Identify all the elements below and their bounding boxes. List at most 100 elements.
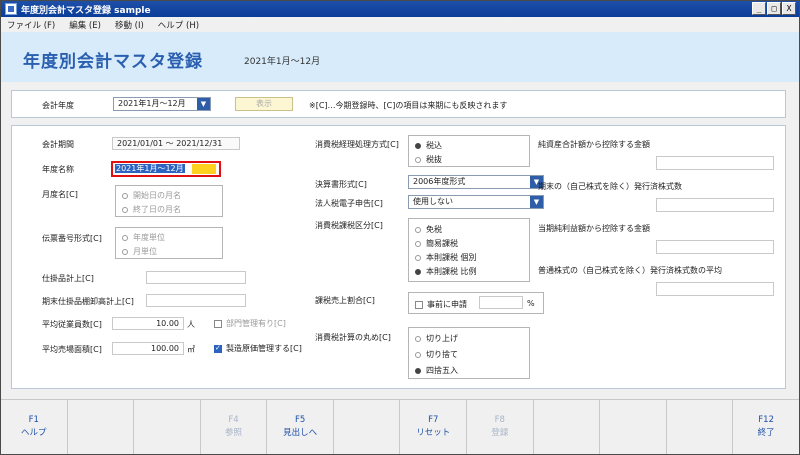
fkey-empty bbox=[600, 400, 667, 454]
net-assets-input[interactable] bbox=[656, 156, 774, 170]
fiscal-year-select[interactable]: 2021年1月～12月 ▼ bbox=[113, 97, 211, 111]
radio-start-month[interactable]: 開始日の月名 bbox=[122, 190, 181, 201]
etax-select[interactable]: 使用しない ▼ bbox=[408, 195, 544, 209]
purchase-label: 仕掛品計上[C] bbox=[42, 274, 94, 283]
app-icon bbox=[5, 3, 17, 15]
fkey-empty bbox=[534, 400, 601, 454]
statement-label: 決算書形式[C] bbox=[315, 180, 367, 189]
f1-help-button[interactable]: F1 ヘルプ bbox=[1, 400, 68, 454]
period-label: 会計期間 bbox=[42, 140, 74, 149]
taxable-ratio-input[interactable] bbox=[479, 296, 523, 309]
tax-category-label: 消費税課税区分[C] bbox=[315, 221, 383, 230]
title-bar: 年度別会計マスタ登録 sample _ □ X bbox=[1, 1, 799, 17]
avg-shares-label: 普通株式の（自己株式を除く）発行済株式数の平均 bbox=[538, 266, 722, 275]
area-label: 平均売場面積[C] bbox=[42, 345, 102, 354]
percent-unit: % bbox=[527, 299, 535, 308]
slip-format-label: 伝票番号形式[C] bbox=[42, 234, 102, 243]
employees-input[interactable]: 10.00 bbox=[112, 317, 184, 330]
purchase-input[interactable] bbox=[146, 271, 246, 284]
f12-exit-button[interactable]: F12 終了 bbox=[733, 400, 799, 454]
radio-dot bbox=[415, 367, 421, 374]
menu-edit[interactable]: 編集 (E) bbox=[69, 19, 101, 31]
month-name-label: 月度名[C] bbox=[42, 190, 78, 199]
f7-reset-button[interactable]: F7 リセット bbox=[400, 400, 468, 454]
tax-method-group: 税込 税抜 bbox=[408, 135, 530, 167]
radio-simplified[interactable]: 簡易課税 bbox=[415, 238, 458, 249]
taxable-ratio-group: 事前に申請 % bbox=[408, 292, 544, 314]
taxable-ratio-label: 課税売上割合[C] bbox=[315, 296, 375, 305]
fkey-empty bbox=[134, 400, 201, 454]
checkbox-box bbox=[415, 300, 423, 309]
show-button[interactable]: 表示 bbox=[235, 97, 293, 111]
inventory-label: 期末仕掛品棚卸高計上[C] bbox=[42, 297, 134, 306]
carry-over-note: ※[C]…今期登録時、[C]の項目は来期にも反映されます bbox=[309, 101, 508, 110]
radio-exempt[interactable]: 免税 bbox=[415, 224, 442, 235]
shares-input[interactable] bbox=[656, 198, 774, 212]
menu-help[interactable]: ヘルプ (H) bbox=[158, 19, 199, 31]
menu-bar: ファイル (F) 編集 (E) 移動 (I) ヘルプ (H) bbox=[1, 17, 799, 32]
year-name-label: 年度名称 bbox=[42, 165, 74, 174]
area-input[interactable]: 100.00 bbox=[112, 342, 184, 355]
tax-category-group: 免税 簡易課税 本則課税 個別 本則課税 比例 bbox=[408, 218, 530, 282]
radio-dot bbox=[415, 240, 421, 247]
year-name-input[interactable]: 2021年1月～12月 bbox=[111, 161, 221, 177]
radio-dot bbox=[415, 335, 421, 342]
rounding-label: 消費税計算の丸め[C] bbox=[315, 333, 391, 342]
menu-move[interactable]: 移動 (I) bbox=[115, 19, 144, 31]
fkey-empty bbox=[68, 400, 135, 454]
radio-tax-excluded[interactable]: 税抜 bbox=[415, 154, 442, 165]
function-key-bar: F1 ヘルプ F4 参照 F5 見出しへ F7 リセット F8 登録 F12 終了 bbox=[1, 399, 799, 454]
f5-heading-button[interactable]: F5 見出しへ bbox=[267, 400, 334, 454]
radio-tax-included[interactable]: 税込 bbox=[415, 140, 442, 151]
manufacturing-checkbox[interactable]: 製造原価管理する[C] bbox=[214, 343, 302, 354]
radio-end-month[interactable]: 終了日の月名 bbox=[122, 204, 181, 215]
checkbox-box bbox=[214, 319, 222, 328]
fkey-empty bbox=[334, 400, 401, 454]
statement-select[interactable]: 2006年度形式 ▼ bbox=[408, 175, 544, 189]
radio-standard-individual[interactable]: 本則課税 個別 bbox=[415, 252, 477, 263]
radio-standard-proportional[interactable]: 本則課税 比例 bbox=[415, 266, 477, 277]
radio-dot bbox=[415, 142, 421, 149]
window-controls: _ □ X bbox=[752, 2, 796, 15]
area-unit: ㎡ bbox=[187, 345, 195, 354]
etax-label: 法人税電子申告[C] bbox=[315, 199, 383, 208]
radio-dot bbox=[415, 268, 421, 275]
net-income-input[interactable] bbox=[656, 240, 774, 254]
radio-round-down[interactable]: 切り捨て bbox=[415, 349, 458, 360]
inventory-input[interactable] bbox=[146, 294, 246, 307]
radio-round-half[interactable]: 四捨五入 bbox=[415, 365, 458, 376]
pre-apply-checkbox[interactable]: 事前に申請 bbox=[415, 299, 467, 310]
radio-dot bbox=[122, 248, 128, 255]
f8-register-button[interactable]: F8 登録 bbox=[467, 400, 534, 454]
maximize-button[interactable]: □ bbox=[767, 2, 781, 15]
radio-monthly[interactable]: 月単位 bbox=[122, 246, 157, 257]
radio-dot bbox=[122, 192, 128, 199]
page-subtitle: 2021年1月～12月 bbox=[244, 57, 321, 67]
month-name-group: 開始日の月名 終了日の月名 bbox=[115, 185, 223, 217]
app-window: 年度別会計マスタ登録 sample _ □ X ファイル (F) 編集 (E) … bbox=[0, 0, 800, 455]
close-button[interactable]: X bbox=[782, 2, 796, 15]
fiscal-year-label: 会計年度 bbox=[42, 101, 74, 110]
header-band: 年度別会計マスタ登録 2021年1月～12月 bbox=[1, 32, 799, 82]
radio-yearly[interactable]: 年度単位 bbox=[122, 232, 165, 243]
avg-shares-input[interactable] bbox=[656, 282, 774, 296]
radio-dot bbox=[415, 156, 421, 163]
radio-round-up[interactable]: 切り上げ bbox=[415, 333, 458, 344]
window-title: 年度別会計マスタ登録 sample bbox=[21, 5, 151, 16]
net-assets-label: 純資産合計額から控除する金額 bbox=[538, 140, 650, 149]
year-name-value: 2021年1月～12月 bbox=[115, 164, 185, 173]
page-title: 年度別会計マスタ登録 bbox=[23, 52, 203, 72]
fkey-empty bbox=[667, 400, 734, 454]
net-income-label: 当期純利益額から控除する金額 bbox=[538, 224, 650, 233]
minimize-button[interactable]: _ bbox=[752, 2, 766, 15]
period-field: 2021/01/01 ～ 2021/12/31 bbox=[112, 137, 240, 150]
employees-label: 平均従業員数[C] bbox=[42, 320, 102, 329]
employees-unit: 人 bbox=[187, 320, 195, 329]
f4-reference-button[interactable]: F4 参照 bbox=[201, 400, 268, 454]
dept-mgmt-checkbox[interactable]: 部門管理有り[C] bbox=[214, 318, 286, 329]
rounding-group: 切り上げ 切り捨て 四捨五入 bbox=[408, 327, 530, 379]
menu-file[interactable]: ファイル (F) bbox=[7, 19, 55, 31]
settings-panel: 会計期間 2021/01/01 ～ 2021/12/31 年度名称 2021年1… bbox=[11, 125, 786, 389]
tax-method-label: 消費税経理処理方式[C] bbox=[315, 140, 399, 149]
checkbox-box bbox=[214, 344, 222, 353]
